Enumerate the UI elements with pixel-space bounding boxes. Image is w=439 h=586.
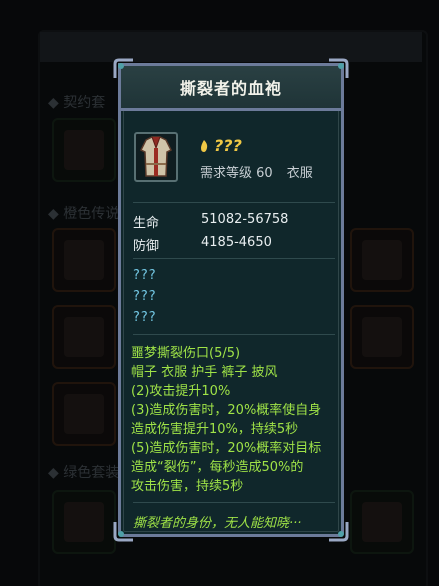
set-bonus-block: 噩梦撕裂伤口(5/5) 帽子 衣服 护手 裤子 披风 (2)攻击提升10% (3… (131, 344, 341, 496)
stat-label: 生命 (133, 216, 160, 231)
stat-label: 防御 (133, 239, 160, 254)
item-type: 衣服 (286, 166, 313, 181)
set-name: 噩梦撕裂伤口(5/5) (131, 346, 241, 361)
set-pieces: 帽子 衣服 护手 裤子 披风 (131, 365, 278, 380)
stat-value: 4185-4650 (201, 235, 272, 250)
tooltip-title-bar: 撕裂者的血袍 (118, 63, 344, 111)
divider (133, 258, 335, 259)
unknown-affix: ??? (133, 310, 157, 325)
ornament-corner-icon (113, 522, 133, 542)
flavor-text: 撕裂者的身份，无人能知晓··· (133, 516, 302, 531)
set-bonus-line: 攻击伤害，持续5秒 (131, 479, 244, 494)
set-bonus-line: (3)造成伤害时，20%概率使自身 (131, 403, 322, 418)
stat-row-defense: 防御 4185-4650 (133, 235, 333, 254)
set-bonus-line: 造成“裂伤”，每秒造成50%的 (131, 460, 304, 475)
divider (133, 334, 335, 335)
rarity-flame-icon (201, 139, 208, 152)
item-name: 撕裂者的血袍 (179, 79, 282, 98)
divider (133, 202, 335, 203)
ornament-corner-icon (329, 522, 349, 542)
rarity-label: ??? (198, 136, 242, 155)
stat-value: 51082-56758 (201, 212, 289, 227)
level-requirement: 需求等级 60 (200, 166, 273, 181)
set-bonus-line: 造成伤害提升10%，持续5秒 (131, 422, 299, 437)
ornament-corner-icon (113, 58, 133, 78)
rarity-text: ??? (214, 136, 242, 155)
unknown-affix: ??? (133, 289, 157, 304)
ornament-corner-icon (329, 58, 349, 78)
stat-row-hp: 生命 51082-56758 (133, 212, 333, 231)
item-tooltip: 撕裂者的血袍 ??? 需求等级 60 衣服 生命 51082-56758 防御 … (113, 58, 349, 542)
set-bonus-line: (2)攻击提升10% (131, 384, 231, 399)
divider (133, 502, 335, 503)
robe-icon (134, 132, 178, 182)
item-requirement: 需求等级 60 衣服 (200, 162, 313, 181)
unknown-affix: ??? (133, 268, 157, 283)
set-bonus-line: (5)造成伤害时，20%概率对目标 (131, 441, 322, 456)
